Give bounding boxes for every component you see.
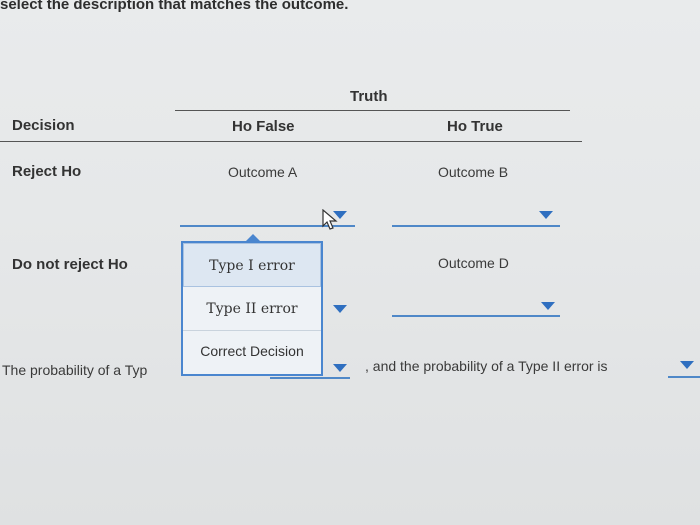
option-type-ii-error[interactable]: Type II error bbox=[183, 287, 321, 331]
chevron-down-icon[interactable] bbox=[539, 211, 553, 219]
chevron-down-icon[interactable] bbox=[333, 364, 347, 372]
row-label-do-not-reject: Do not reject Ho bbox=[12, 256, 128, 273]
row-label-reject: Reject Ho bbox=[12, 163, 82, 180]
select-outcome-d[interactable] bbox=[392, 315, 560, 317]
decision-header: Decision bbox=[12, 117, 75, 134]
sentence-part1: The probability of a Typ bbox=[2, 362, 148, 378]
option-type-i-error[interactable]: Type I error bbox=[183, 243, 321, 287]
select-type2-probability[interactable] bbox=[668, 376, 700, 378]
header-divider bbox=[0, 141, 582, 142]
select-outcome-b[interactable] bbox=[392, 225, 560, 227]
sentence-part2: , and the probability of a Type II error… bbox=[365, 358, 608, 374]
truth-underline bbox=[175, 110, 570, 111]
chevron-down-icon[interactable] bbox=[541, 302, 555, 310]
dropdown-pointer bbox=[246, 234, 260, 241]
chevron-down-icon[interactable] bbox=[333, 305, 347, 313]
h0-true-header: Ho True bbox=[447, 118, 503, 135]
truth-header: Truth bbox=[350, 88, 388, 105]
h0-false-header: Ho False bbox=[232, 118, 295, 135]
outcome-a: Outcome A bbox=[228, 164, 298, 180]
mouse-cursor-icon bbox=[322, 208, 340, 236]
chevron-down-icon[interactable] bbox=[680, 361, 694, 369]
outcome-b: Outcome B bbox=[438, 164, 509, 180]
select-type1-probability[interactable] bbox=[270, 377, 350, 379]
dropdown-menu[interactable]: Type I error Type II error Correct Decis… bbox=[181, 241, 323, 376]
outcome-d: Outcome D bbox=[438, 255, 509, 271]
option-correct-decision[interactable]: Correct Decision bbox=[183, 331, 321, 375]
instruction-text: select the description that matches the … bbox=[0, 0, 349, 13]
